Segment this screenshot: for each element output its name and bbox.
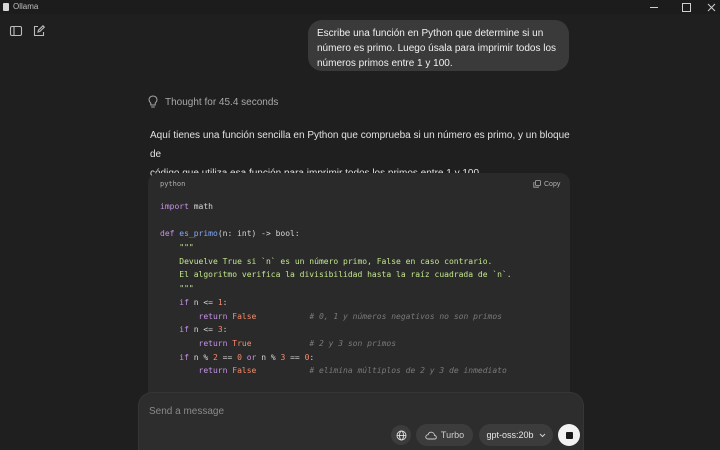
globe-icon	[396, 430, 406, 440]
window-title: Ollama	[13, 2, 39, 11]
code-line: if n <= 1:	[160, 297, 228, 307]
code-content: import math def es_primo(n: int) -> bool…	[160, 200, 512, 378]
turbo-button[interactable]: Turbo	[416, 424, 473, 446]
message-input[interactable]	[149, 403, 449, 419]
close-button[interactable]	[696, 0, 720, 14]
code-line: """	[160, 284, 194, 294]
new-chat-icon	[33, 25, 46, 37]
code-line: """	[160, 243, 194, 253]
app-icon	[3, 3, 9, 11]
code-block: python Copy import math def es_primo(n: …	[148, 173, 570, 403]
chevron-down-icon	[539, 433, 545, 437]
code-line: import math	[160, 202, 213, 211]
turbo-label: Turbo	[440, 430, 465, 440]
user-message-bubble: Escribe una función en Python que determ…	[308, 20, 569, 71]
model-selector[interactable]: gpt-oss:20b	[479, 424, 553, 446]
thinking-label: Thought for 45.4 seconds	[165, 96, 279, 108]
minimize-button[interactable]	[640, 0, 670, 14]
code-line: Devuelve True si `n` es un número primo,…	[160, 256, 493, 266]
thinking-toggle[interactable]: Thought for 45.4 seconds	[148, 94, 278, 110]
message-composer: Turbo gpt-oss:20b	[138, 392, 584, 450]
user-message-line: número es primo. Luego úsala para imprim…	[317, 43, 556, 54]
cloud-icon	[425, 431, 437, 439]
copy-label: Copy	[544, 180, 561, 188]
close-icon	[707, 3, 715, 12]
code-line: def es_primo(n: int) -> bool:	[160, 229, 300, 239]
code-line: if n % 2 == 0 or n % 3 == 0:	[160, 352, 315, 362]
title-bar: Ollama	[0, 0, 720, 14]
code-line: if n <= 3:	[160, 325, 228, 335]
lightbulb-icon	[148, 95, 158, 108]
stop-icon	[565, 431, 573, 439]
code-line: return False # elimina múltiplos de 2 y …	[160, 366, 507, 376]
code-line: El algoritmo verifica la divisibilidad h…	[160, 270, 512, 280]
user-message-line: números primos entre 1 y 100.	[317, 58, 453, 69]
web-search-button[interactable]	[391, 425, 411, 445]
sidebar-toggle-button[interactable]	[9, 24, 23, 38]
copy-button[interactable]: Copy	[533, 180, 560, 188]
code-language-label: python	[160, 180, 186, 188]
sidebar-icon	[9, 25, 23, 37]
assistant-line: Aquí tienes una función sencilla en Pyth…	[150, 130, 570, 160]
stop-button[interactable]	[558, 424, 580, 446]
code-line: return False # 0, 1 y números negativos …	[160, 311, 502, 321]
copy-icon	[533, 180, 541, 188]
user-message-line: Escribe una función en Python que determ…	[317, 28, 544, 39]
new-chat-button[interactable]	[32, 24, 46, 38]
code-line: return True # 2 y 3 son primos	[160, 338, 397, 348]
model-label: gpt-oss:20b	[486, 430, 534, 440]
